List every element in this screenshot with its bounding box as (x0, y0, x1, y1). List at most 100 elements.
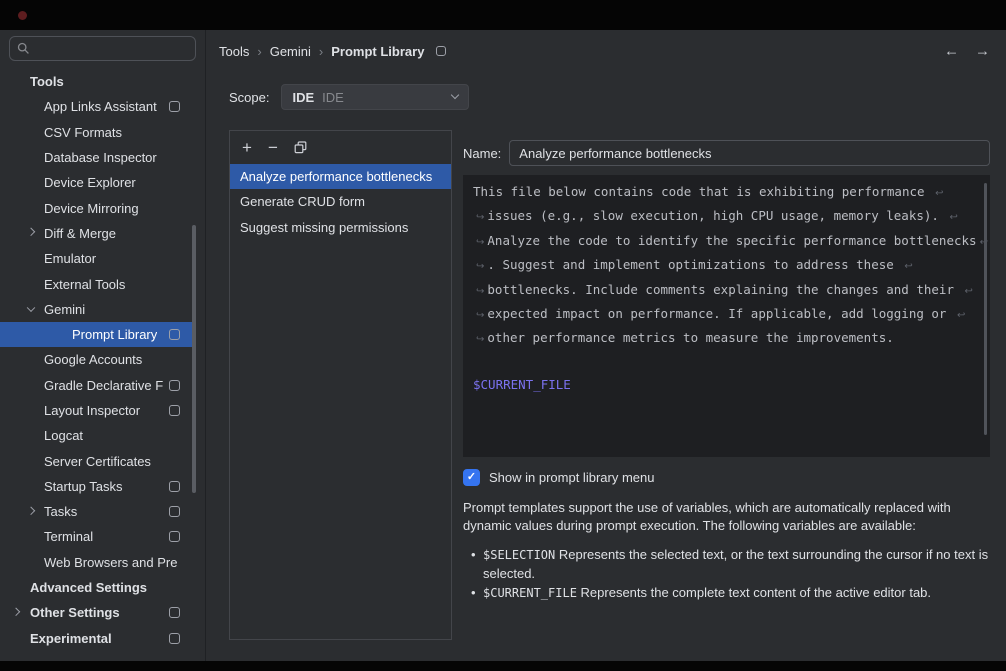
window-close-button[interactable] (18, 11, 27, 20)
variable-name: $SELECTION (483, 548, 555, 562)
prompt-library-panes: + − Analyze performance bottlenecksGener… (229, 130, 990, 640)
search-icon (17, 42, 30, 55)
sidebar-item-label: Server Certificates (44, 454, 151, 469)
soft-wrap-icon: ↩ (957, 310, 965, 321)
settings-content: Tools › Gemini › Prompt Library ← → Scop… (206, 30, 1006, 661)
show-in-menu-checkbox[interactable]: ✓ (463, 469, 480, 486)
breadcrumb: Tools › Gemini › Prompt Library (219, 44, 446, 59)
sidebar-item-csv-formats[interactable]: CSV Formats (0, 120, 192, 145)
sidebar-item-label: Device Mirroring (44, 201, 139, 216)
sidebar-item-diff-merge[interactable]: Diff & Merge (0, 221, 192, 246)
chevron-right-icon[interactable] (27, 228, 35, 236)
prompt-text-editor[interactable]: This file below contains code that is ex… (463, 175, 990, 457)
breadcrumb-separator: › (257, 44, 261, 59)
sidebar-item-web-browsers-and-pre[interactable]: Web Browsers and Pre (0, 550, 192, 575)
sidebar-item-label: Emulator (44, 251, 96, 266)
plugin-badge-icon (436, 46, 446, 56)
sidebar-item-prompt-library[interactable]: Prompt Library (0, 322, 192, 347)
sidebar-item-label: Layout Inspector (44, 403, 140, 418)
prompt-name-input[interactable] (509, 140, 990, 166)
scope-label: Scope: (229, 90, 269, 105)
variable-description: Represents the selected text, or the tex… (483, 547, 988, 581)
sidebar-item-gradle-declarative-f[interactable]: Gradle Declarative F (0, 373, 192, 398)
soft-wrap-icon: ↩ (949, 212, 957, 223)
sidebar-item-tools[interactable]: Tools (0, 69, 192, 94)
search-input[interactable] (35, 40, 188, 57)
sidebar-item-other-settings[interactable]: Other Settings (0, 600, 192, 625)
plugin-badge-icon (169, 607, 180, 618)
sidebar-item-tasks[interactable]: Tasks (0, 499, 192, 524)
soft-wrap-icon: ↩ (935, 188, 943, 199)
sidebar-item-terminal[interactable]: Terminal (0, 524, 192, 549)
soft-wrap-icon: ↪ (476, 286, 484, 297)
sidebar-scrollbar[interactable] (192, 225, 196, 493)
sidebar-item-database-inspector[interactable]: Database Inspector (0, 145, 192, 170)
sidebar-item-label: Prompt Library (72, 327, 157, 342)
show-in-menu-row[interactable]: ✓ Show in prompt library menu (463, 469, 990, 486)
prompt-item-analyze-performance-bottlenecks[interactable]: Analyze performance bottlenecks (230, 164, 451, 189)
sidebar-item-label: Experimental (30, 631, 112, 646)
forward-button[interactable]: → (975, 43, 990, 60)
sidebar-item-layout-inspector[interactable]: Layout Inspector (0, 398, 192, 423)
prompt-detail: Name: This file below contains code that… (463, 130, 990, 640)
chevron-down-icon (451, 91, 459, 99)
sidebar-item-experimental[interactable]: Experimental (0, 626, 192, 651)
soft-wrap-icon: ↩ (965, 286, 973, 297)
window-titlebar (0, 0, 1006, 30)
sidebar-item-label: Logcat (44, 428, 83, 443)
sidebar-item-google-accounts[interactable]: Google Accounts (0, 347, 192, 372)
chevron-right-icon[interactable] (12, 607, 20, 615)
sidebar-item-device-mirroring[interactable]: Device Mirroring (0, 195, 192, 220)
editor-scrollbar[interactable] (984, 183, 987, 435)
remove-prompt-button[interactable]: − (268, 139, 278, 156)
editor-line: ↪. Suggest and implement optimizations t… (473, 254, 982, 278)
editor-line: ↪expected impact on performance. If appl… (473, 303, 982, 327)
variables-list: $SELECTION Represents the selected text,… (463, 546, 990, 605)
plugin-badge-icon (169, 101, 180, 112)
prompt-list: Analyze performance bottlenecksGenerate … (230, 164, 451, 240)
sidebar-item-gemini[interactable]: Gemini (0, 297, 192, 322)
header-row: Tools › Gemini › Prompt Library ← → (219, 34, 990, 68)
variables-help-text: Prompt templates support the use of vari… (463, 499, 990, 534)
sidebar-item-server-certificates[interactable]: Server Certificates (0, 448, 192, 473)
plugin-badge-icon (169, 405, 180, 416)
sidebar-item-advanced-settings[interactable]: Advanced Settings (0, 575, 192, 600)
sidebar-item-label: Tasks (44, 504, 77, 519)
variable-item: $SELECTION Represents the selected text,… (483, 546, 990, 582)
breadcrumb-tools[interactable]: Tools (219, 44, 249, 59)
name-row: Name: (463, 140, 990, 166)
plugin-badge-icon (169, 531, 180, 542)
breadcrumb-gemini[interactable]: Gemini (270, 44, 311, 59)
editor-line: ↪Analyze the code to identify the specif… (473, 230, 982, 254)
sidebar-item-app-links-assistant[interactable]: App Links Assistant (0, 94, 192, 119)
sidebar-item-label: Other Settings (30, 605, 120, 620)
prompt-item-generate-crud-form[interactable]: Generate CRUD form (230, 189, 451, 214)
scope-detail: IDE (322, 90, 344, 105)
name-label: Name: (463, 146, 501, 161)
scope-dropdown[interactable]: IDE IDE (281, 84, 469, 110)
breadcrumb-separator: › (319, 44, 323, 59)
chevron-down-icon[interactable] (27, 304, 35, 312)
chevron-right-icon[interactable] (27, 506, 35, 514)
add-prompt-button[interactable]: + (242, 139, 252, 156)
duplicate-prompt-button[interactable] (294, 141, 307, 154)
sidebar-item-emulator[interactable]: Emulator (0, 246, 192, 271)
sidebar-item-label: Database Inspector (44, 150, 157, 165)
plugin-badge-icon (169, 633, 180, 644)
settings-search-field[interactable] (9, 36, 196, 61)
settings-tree: Tools App Links Assistant CSV Formats Datab… (0, 69, 205, 651)
editor-line: This file below contains code that is ex… (473, 181, 982, 205)
plugin-badge-icon (169, 506, 180, 517)
sidebar-item-logcat[interactable]: Logcat (0, 423, 192, 448)
sidebar-item-startup-tasks[interactable]: Startup Tasks (0, 474, 192, 499)
sidebar-item-label: Tools (30, 74, 64, 89)
sidebar-item-device-explorer[interactable]: Device Explorer (0, 170, 192, 195)
soft-wrap-icon: ↩ (904, 261, 912, 272)
sidebar-item-label: CSV Formats (44, 125, 122, 140)
back-button[interactable]: ← (944, 43, 959, 60)
sidebar-item-label: Advanced Settings (30, 580, 147, 595)
soft-wrap-icon: ↪ (476, 212, 484, 223)
sidebar-item-external-tools[interactable]: External Tools (0, 271, 192, 296)
copy-icon (294, 141, 307, 154)
prompt-item-suggest-missing-permissions[interactable]: Suggest missing permissions (230, 215, 451, 240)
